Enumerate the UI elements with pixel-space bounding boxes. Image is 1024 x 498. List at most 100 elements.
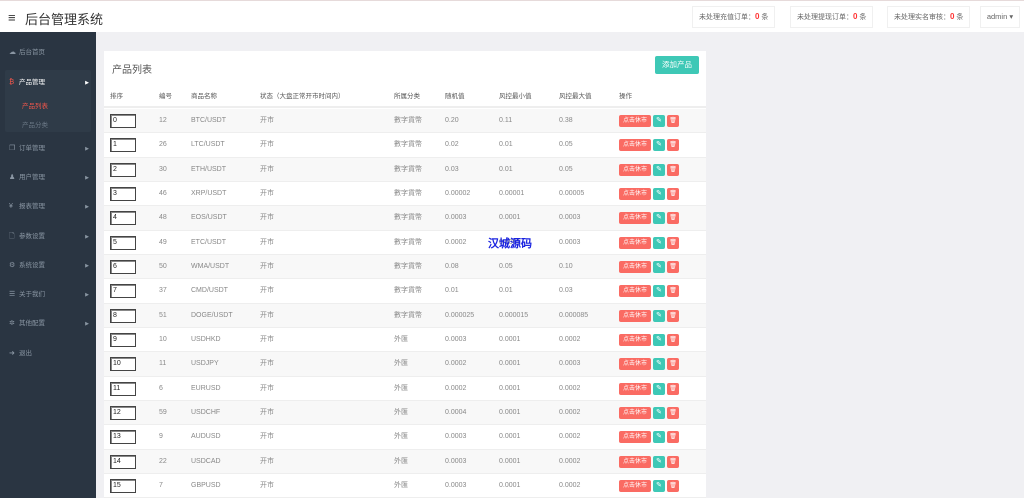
pencil-icon: ✎ xyxy=(656,457,662,465)
random-value: 0.03 xyxy=(445,165,459,173)
close-market-button[interactable]: 点击休市 xyxy=(619,406,651,419)
add-product-button[interactable]: 添加产品 xyxy=(655,56,699,74)
edit-button[interactable]: ✎ xyxy=(653,260,665,273)
sidebar-item-1[interactable]: ₿ 产品管理 ▶ xyxy=(9,76,89,90)
edit-button[interactable]: ✎ xyxy=(653,406,665,419)
sidebar: ☁ 后台首页 ₿ 产品管理 ▶ ❐ 订单管理 ▶ ♟ 用户管理 ▶ ¥ 报表管理 ▶ 🗋 参数设置 ▶ ⚙ 系统设置… xyxy=(0,32,96,498)
edit-button[interactable]: ✎ xyxy=(653,382,665,395)
close-market-button[interactable]: 点击休市 xyxy=(619,212,651,225)
sort-order-input[interactable]: 2 xyxy=(110,162,136,177)
close-market-button[interactable]: 点击休市 xyxy=(619,382,651,395)
edit-button[interactable]: ✎ xyxy=(653,333,665,346)
delete-button[interactable]: 🗑 xyxy=(667,455,679,468)
sort-order-input[interactable]: 0 xyxy=(110,114,136,128)
edit-button[interactable]: ✎ xyxy=(653,187,665,200)
sidebar-item-7[interactable]: ☰ 关于我们 ▶ xyxy=(9,288,89,302)
edit-button[interactable]: ✎ xyxy=(653,236,665,249)
sort-order-input[interactable]: 14 xyxy=(110,454,136,469)
category: 外匯 xyxy=(394,457,408,465)
hamburger-menu-icon[interactable]: ≡ xyxy=(8,10,16,25)
close-market-button[interactable]: 点击休市 xyxy=(619,139,651,152)
delete-button[interactable]: 🗑 xyxy=(667,163,679,176)
edit-button[interactable]: ✎ xyxy=(653,212,665,225)
sidebar-item-9[interactable]: ➜ 退出 xyxy=(9,347,89,361)
user-dropdown[interactable]: admin ▾ xyxy=(980,6,1020,28)
sort-order-input[interactable]: 7 xyxy=(110,284,136,299)
close-market-button[interactable]: 点击休市 xyxy=(619,187,651,200)
sort-order-input[interactable]: 3 xyxy=(110,186,136,201)
app-title: 后台管理系统 xyxy=(25,12,104,27)
column-header: 操作 xyxy=(619,93,632,100)
pending-withdraw-orders[interactable]: 未处理提现订单：0 条 xyxy=(790,6,874,28)
delete-button[interactable]: 🗑 xyxy=(667,187,679,200)
risk-max: 0.0002 xyxy=(559,335,581,343)
sidebar-item-5[interactable]: 🗋 参数设置 ▶ xyxy=(9,230,89,244)
edit-button[interactable]: ✎ xyxy=(653,115,665,127)
caret-right-icon: ▶ xyxy=(85,292,89,298)
delete-button[interactable]: 🗑 xyxy=(667,431,679,444)
close-market-button[interactable]: 点击休市 xyxy=(619,236,651,249)
product-name: GBPUSD xyxy=(191,481,221,489)
sort-order-input[interactable]: 1 xyxy=(110,138,136,153)
pending-kyc-review[interactable]: 未处理实名审核：0 条 xyxy=(887,6,971,28)
table-row: 0 12 BTC/USDT 开市 數字貨幣 0.20 0.11 0.38 点击休市 ✎ 🗑 xyxy=(104,109,706,134)
delete-button[interactable]: 🗑 xyxy=(667,358,679,371)
close-market-button[interactable]: 点击休市 xyxy=(619,163,651,176)
close-market-button[interactable]: 点击休市 xyxy=(619,431,651,444)
sidebar-sub-product-category[interactable]: 产品分类 xyxy=(22,119,48,129)
close-market-button[interactable]: 点击休市 xyxy=(619,333,651,346)
close-market-button[interactable]: 点击休市 xyxy=(619,309,651,322)
close-market-button[interactable]: 点击休市 xyxy=(619,115,651,127)
pencil-icon: ✎ xyxy=(656,481,662,489)
close-market-button[interactable]: 点击休市 xyxy=(619,455,651,468)
edit-button[interactable]: ✎ xyxy=(653,455,665,468)
delete-button[interactable]: 🗑 xyxy=(667,479,679,492)
sort-order-input[interactable]: 11 xyxy=(110,381,136,396)
delete-button[interactable]: 🗑 xyxy=(667,236,679,249)
pencil-icon: ✎ xyxy=(656,141,662,149)
sidebar-item-8[interactable]: ✲ 其他配置 ▶ xyxy=(9,317,89,331)
sidebar-item-6[interactable]: ⚙ 系统设置 ▶ xyxy=(9,259,89,273)
sort-order-input[interactable]: 10 xyxy=(110,357,136,372)
edit-button[interactable]: ✎ xyxy=(653,309,665,322)
edit-button[interactable]: ✎ xyxy=(653,479,665,492)
sidebar-item-label: 系统设置 xyxy=(19,262,45,269)
edit-button[interactable]: ✎ xyxy=(653,139,665,152)
sort-order-input[interactable]: 12 xyxy=(110,405,136,420)
delete-button[interactable]: 🗑 xyxy=(667,406,679,419)
sort-order-input[interactable]: 4 xyxy=(110,211,136,226)
close-market-button[interactable]: 点击休市 xyxy=(619,285,651,298)
table-row: 2 30 ETH/USDT 开市 數字貨幣 0.03 0.01 0.05 点击休市 ✎ 🗑 xyxy=(104,157,706,182)
sort-order-input[interactable]: 8 xyxy=(110,308,136,323)
sort-order-input[interactable]: 9 xyxy=(110,332,136,347)
risk-max: 0.0002 xyxy=(559,481,581,489)
risk-max: 0.00005 xyxy=(559,189,585,197)
sort-order-input[interactable]: 5 xyxy=(110,235,136,250)
edit-button[interactable]: ✎ xyxy=(653,285,665,298)
risk-min: 0.0001 xyxy=(499,408,521,416)
sidebar-item-0[interactable]: ☁ 后台首页 xyxy=(9,46,89,60)
sort-order-input[interactable]: 13 xyxy=(110,430,136,445)
edit-button[interactable]: ✎ xyxy=(653,163,665,176)
edit-button[interactable]: ✎ xyxy=(653,358,665,371)
sidebar-item-2[interactable]: ❐ 订单管理 ▶ xyxy=(9,142,89,156)
delete-button[interactable]: 🗑 xyxy=(667,382,679,395)
sort-order-input[interactable]: 6 xyxy=(110,259,136,274)
sidebar-sub-product-list[interactable]: 产品列表 xyxy=(22,100,48,110)
delete-button[interactable]: 🗑 xyxy=(667,309,679,322)
delete-button[interactable]: 🗑 xyxy=(667,260,679,273)
close-market-button[interactable]: 点击休市 xyxy=(619,358,651,371)
delete-button[interactable]: 🗑 xyxy=(667,333,679,346)
trash-icon: 🗑 xyxy=(669,263,677,270)
sort-order-input[interactable]: 15 xyxy=(110,478,136,493)
edit-button[interactable]: ✎ xyxy=(653,431,665,444)
delete-button[interactable]: 🗑 xyxy=(667,212,679,225)
delete-button[interactable]: 🗑 xyxy=(667,285,679,298)
pending-recharge-orders[interactable]: 未处理充值订单：0 条 xyxy=(692,6,776,28)
sidebar-item-3[interactable]: ♟ 用户管理 ▶ xyxy=(9,171,89,185)
delete-button[interactable]: 🗑 xyxy=(667,115,679,127)
close-market-button[interactable]: 点击休市 xyxy=(619,260,651,273)
delete-button[interactable]: 🗑 xyxy=(667,139,679,152)
sidebar-item-4[interactable]: ¥ 报表管理 ▶ xyxy=(9,200,89,214)
close-market-button[interactable]: 点击休市 xyxy=(619,479,651,492)
